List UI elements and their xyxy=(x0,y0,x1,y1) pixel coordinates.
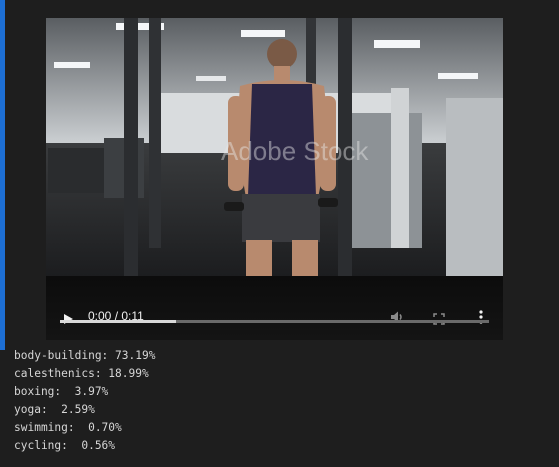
prediction-line: calesthenics: 18.99% xyxy=(14,367,149,380)
active-cell-indicator xyxy=(0,0,5,350)
watermark-text: Adobe Stock xyxy=(221,136,369,166)
more-options-icon[interactable] xyxy=(478,309,484,328)
video-controls: 0:00 / 0:11 xyxy=(46,276,503,340)
progress-bar[interactable] xyxy=(60,320,489,323)
prediction-output: body-building: 73.19% calesthenics: 18.99… xyxy=(14,347,155,455)
prediction-line: cycling: 0.56% xyxy=(14,439,116,452)
video-player[interactable]: Adobe Stock 0:00 / 0:11 xyxy=(46,18,503,340)
prediction-line: swimming: 0.70% xyxy=(14,421,122,434)
video-frame: Adobe Stock xyxy=(46,18,503,276)
prediction-line: yoga: 2.59% xyxy=(14,403,95,416)
prediction-line: body-building: 73.19% xyxy=(14,349,156,362)
gym-scene-image: Adobe Stock xyxy=(46,18,503,276)
progress-fill xyxy=(60,320,176,323)
volume-icon[interactable] xyxy=(390,309,404,328)
prediction-line: boxing: 3.97% xyxy=(14,385,109,398)
